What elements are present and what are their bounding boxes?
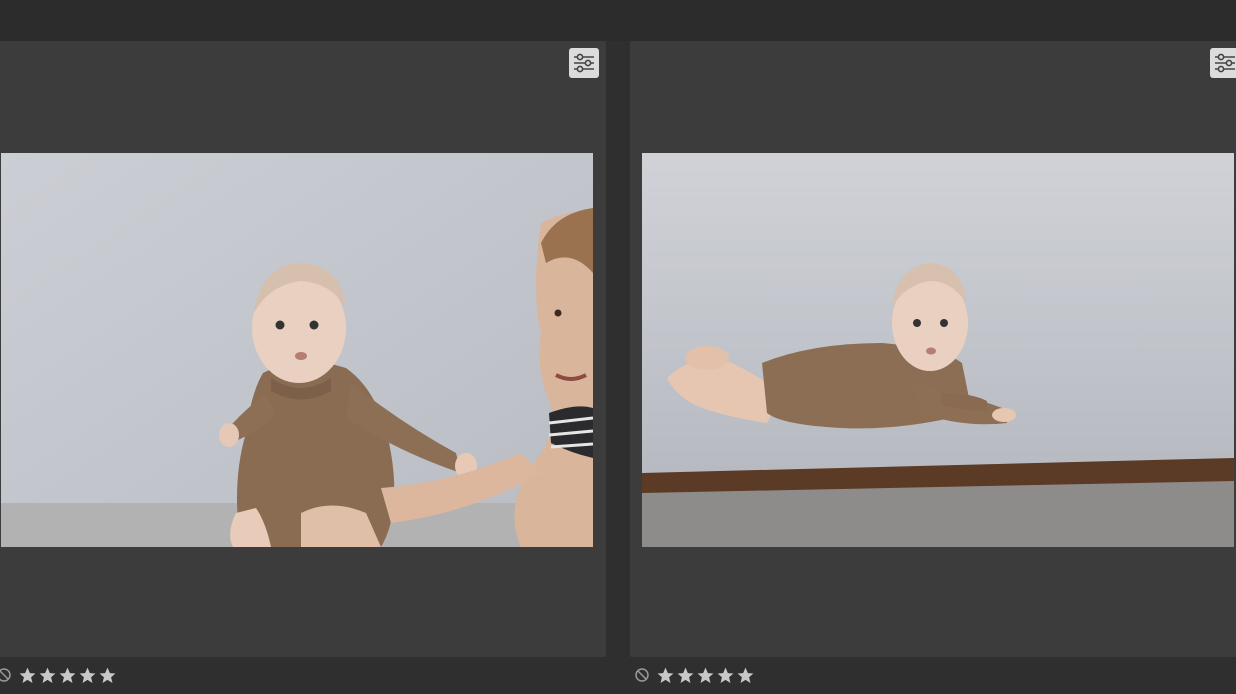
star-icon[interactable] — [696, 666, 715, 685]
reject-icon[interactable] — [634, 667, 650, 683]
star-icon[interactable] — [98, 666, 117, 685]
star-icon[interactable] — [58, 666, 77, 685]
adjustments-badge[interactable] — [569, 48, 599, 78]
star-icon[interactable] — [716, 666, 735, 685]
sliders-icon — [1215, 53, 1235, 73]
star-icon[interactable] — [736, 666, 755, 685]
rating-row-1 — [0, 664, 117, 686]
filmstrip-view — [0, 0, 1236, 694]
star-rating[interactable] — [656, 666, 755, 685]
top-toolbar — [0, 0, 1236, 41]
thumbnail-cell-1[interactable] — [0, 41, 606, 657]
photo-image — [642, 153, 1234, 547]
star-icon[interactable] — [18, 666, 37, 685]
rating-row-2 — [634, 664, 755, 686]
star-rating[interactable] — [18, 666, 117, 685]
star-icon[interactable] — [78, 666, 97, 685]
star-icon[interactable] — [676, 666, 695, 685]
photo-baby-sitting[interactable] — [1, 153, 593, 547]
reject-icon[interactable] — [0, 667, 12, 683]
thumbnail-cell-2[interactable] — [630, 41, 1236, 657]
photo-baby-lying[interactable] — [642, 153, 1234, 547]
photo-image — [1, 153, 593, 547]
sliders-icon — [574, 53, 594, 73]
star-icon[interactable] — [38, 666, 57, 685]
adjustments-badge[interactable] — [1210, 48, 1236, 78]
star-icon[interactable] — [656, 666, 675, 685]
